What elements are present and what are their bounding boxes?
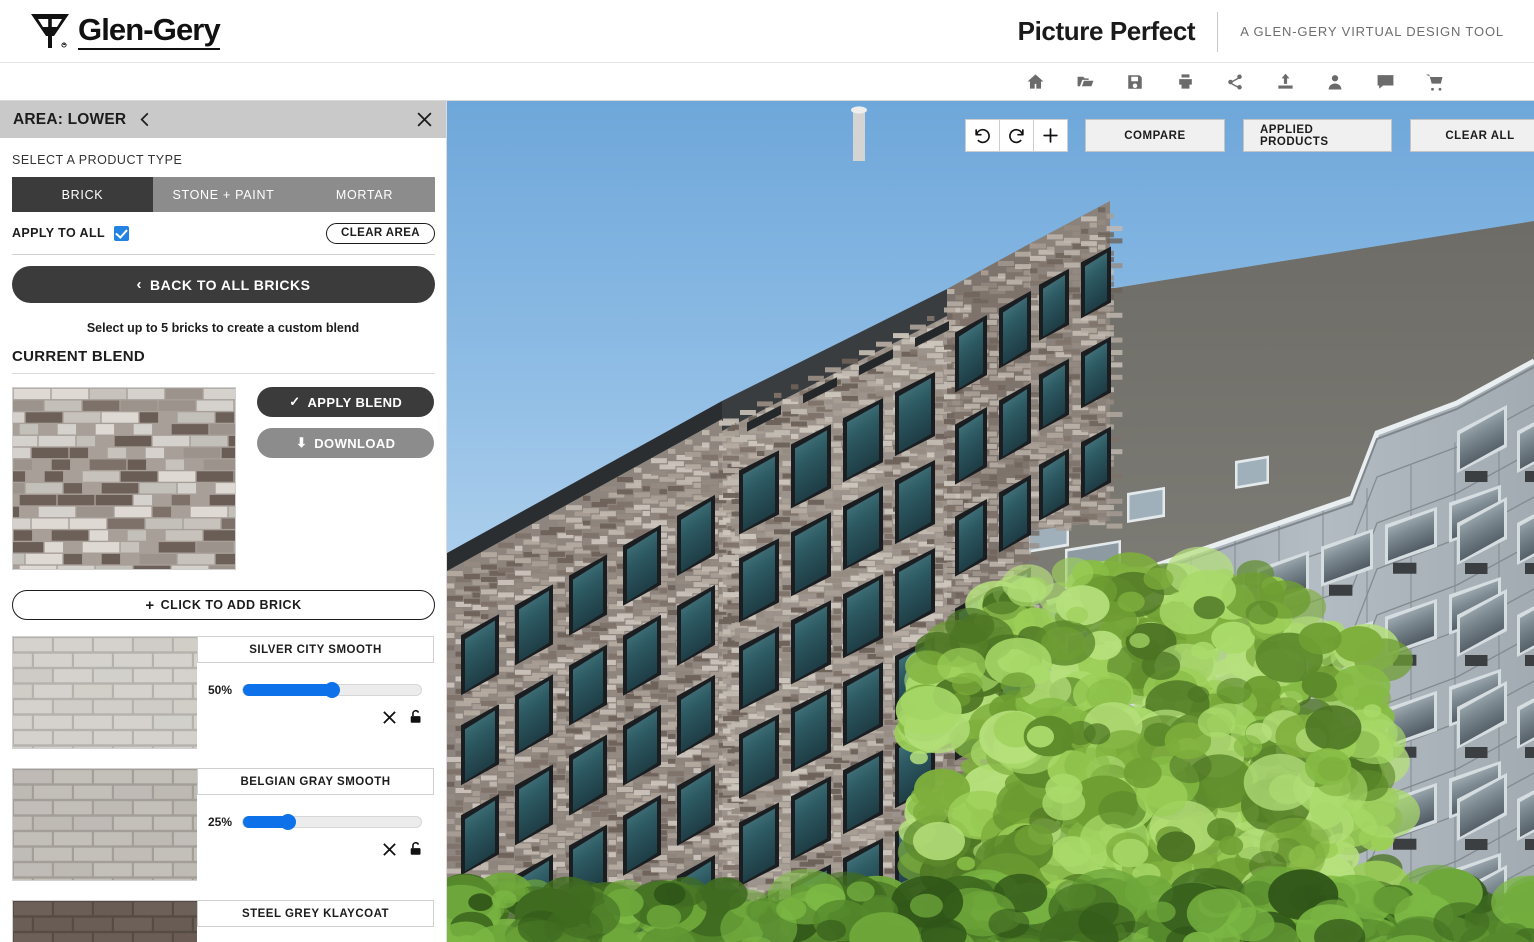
close-icon[interactable] bbox=[382, 842, 397, 857]
save-icon[interactable] bbox=[1110, 65, 1160, 99]
unlock-icon[interactable] bbox=[409, 709, 424, 725]
brand-underline bbox=[78, 47, 220, 50]
blend-preview-bricks bbox=[13, 388, 236, 569]
download-label: DOWNLOAD bbox=[314, 435, 396, 451]
print-icon[interactable] bbox=[1160, 65, 1210, 99]
download-button[interactable]: ⬇ DOWNLOAD bbox=[257, 428, 434, 458]
brick-list-item: SILVER CITY SMOOTH 50% bbox=[12, 636, 434, 749]
plus-icon: + bbox=[145, 596, 155, 614]
page-title: Picture Perfect bbox=[1017, 16, 1196, 46]
blend-preview-swatch bbox=[12, 387, 237, 570]
brick-texture bbox=[13, 769, 197, 880]
undo-icon[interactable] bbox=[965, 119, 1000, 152]
brick-controls: BELGIAN GRAY SMOOTH 25% bbox=[197, 768, 434, 881]
brand-name: Glen-Gery bbox=[78, 11, 221, 47]
product-type-tabs: BRICK STONE + PAINT MORTAR bbox=[12, 177, 435, 212]
slider-fill bbox=[243, 684, 332, 696]
brick-texture bbox=[13, 637, 197, 748]
brick-controls: SILVER CITY SMOOTH 50% bbox=[197, 636, 434, 749]
brick-percent-slider[interactable] bbox=[242, 814, 422, 830]
brick-name-label: BELGIAN GRAY SMOOTH bbox=[197, 768, 434, 795]
clear-area-button[interactable]: CLEAR AREA bbox=[326, 222, 435, 244]
redo-icon[interactable] bbox=[998, 119, 1034, 152]
apply-to-all-row: APPLY TO ALL CLEAR AREA bbox=[12, 212, 435, 255]
add-brick-label: CLICK TO ADD BRICK bbox=[160, 598, 302, 612]
brick-percent-slider[interactable] bbox=[242, 682, 422, 698]
share-icon[interactable] bbox=[1210, 65, 1260, 99]
slider-knob[interactable] bbox=[324, 682, 340, 698]
top-icon-toolbar bbox=[0, 63, 1534, 101]
brick-percent-value: 50% bbox=[208, 683, 233, 697]
brick-thumbnail[interactable] bbox=[12, 900, 197, 942]
unlock-icon[interactable] bbox=[409, 841, 424, 857]
folder-open-icon[interactable] bbox=[1060, 65, 1110, 99]
brick-item-tools bbox=[197, 841, 434, 857]
upload-icon[interactable] bbox=[1260, 65, 1310, 99]
area-header: AREA: LOWER bbox=[0, 101, 446, 138]
brick-thumbnail[interactable] bbox=[12, 768, 197, 881]
brand-logo[interactable]: Glen-Gery bbox=[30, 11, 221, 50]
brick-item-tools bbox=[197, 709, 434, 725]
compare-button[interactable]: COMPARE bbox=[1084, 119, 1225, 152]
current-blend-heading: CURRENT BLEND bbox=[12, 348, 435, 374]
brick-name-label: SILVER CITY SMOOTH bbox=[197, 636, 434, 663]
brick-name-label: STEEL GREY KLAYCOAT bbox=[197, 900, 434, 927]
glen-gery-triangle-logo-icon bbox=[31, 14, 69, 48]
brick-list-item: STEEL GREY KLAYCOAT25% bbox=[12, 900, 434, 942]
title-divider bbox=[1217, 11, 1219, 52]
apply-to-all-label: APPLY TO ALL bbox=[12, 226, 106, 240]
select-product-type-label: SELECT A PRODUCT TYPE bbox=[12, 153, 183, 167]
brick-blend-list: SILVER CITY SMOOTH 50% BELGIAN GRAY SMOOTH… bbox=[12, 636, 434, 942]
current-blend-row: ✓ APPLY BLEND ⬇ DOWNLOAD bbox=[12, 387, 434, 570]
slider-knob[interactable] bbox=[279, 814, 296, 830]
brick-percent-value: 25% bbox=[208, 815, 233, 829]
plus-icon[interactable] bbox=[1032, 119, 1068, 152]
user-icon[interactable] bbox=[1310, 65, 1360, 99]
chevron-left-icon: ‹ bbox=[136, 276, 143, 293]
viewer-toolbar: COMPARE APPLIED PRODUCTS CLEAR ALL bbox=[965, 119, 1534, 152]
sidebar: AREA: LOWER SELECT A PRODUCT TYPE BRICK … bbox=[0, 101, 447, 942]
brick-list-item: BELGIAN GRAY SMOOTH 25% bbox=[12, 768, 434, 881]
apply-blend-button[interactable]: ✓ APPLY BLEND bbox=[257, 387, 434, 417]
brick-percent-slider-row: 25% bbox=[197, 814, 434, 830]
chat-icon[interactable] bbox=[1360, 65, 1410, 99]
add-brick-button[interactable]: + CLICK TO ADD BRICK bbox=[12, 590, 435, 620]
back-button-label: BACK TO ALL BRICKS bbox=[150, 276, 311, 293]
area-title: AREA: LOWER bbox=[13, 110, 127, 128]
tab-mortar[interactable]: MORTAR bbox=[294, 177, 435, 212]
tab-brick[interactable]: BRICK bbox=[12, 177, 153, 212]
applied-products-button[interactable]: APPLIED PRODUCTS bbox=[1242, 119, 1392, 152]
building-photo bbox=[447, 101, 1534, 942]
apply-to-all-checkbox[interactable] bbox=[114, 225, 130, 241]
blend-hint-text: Select up to 5 bricks to create a custom… bbox=[86, 321, 360, 335]
check-icon: ✓ bbox=[289, 394, 301, 409]
blend-action-buttons: ✓ APPLY BLEND ⬇ DOWNLOAD bbox=[257, 387, 434, 570]
close-icon[interactable] bbox=[382, 710, 397, 725]
sidebar-body: SELECT A PRODUCT TYPE BRICK STONE + PAIN… bbox=[0, 153, 446, 942]
app-subtitle: A GLEN-GERY VIRTUAL DESIGN TOOL bbox=[1240, 24, 1504, 39]
app-title-group: Picture Perfect A GLEN-GERY VIRTUAL DESI… bbox=[1018, 0, 1504, 63]
cart-icon[interactable] bbox=[1410, 65, 1460, 99]
brick-thumbnail[interactable] bbox=[12, 636, 197, 749]
chevron-left-icon[interactable] bbox=[138, 112, 151, 127]
close-icon[interactable] bbox=[416, 111, 433, 128]
clear-all-button[interactable]: CLEAR ALL bbox=[1410, 119, 1534, 152]
brick-percent-slider-row: 50% bbox=[197, 682, 434, 698]
download-arrow-icon: ⬇ bbox=[295, 435, 308, 450]
home-icon[interactable] bbox=[1010, 65, 1060, 99]
tab-stone-paint[interactable]: STONE + PAINT bbox=[153, 177, 294, 212]
image-viewer[interactable]: COMPARE APPLIED PRODUCTS CLEAR ALL bbox=[447, 101, 1534, 942]
brick-controls: STEEL GREY KLAYCOAT25% bbox=[197, 900, 434, 942]
back-to-all-bricks-button[interactable]: ‹ BACK TO ALL BRICKS bbox=[12, 266, 435, 303]
brick-texture bbox=[13, 901, 197, 942]
apply-blend-label: APPLY BLEND bbox=[307, 394, 403, 410]
brand-bar: Glen-Gery Picture Perfect A GLEN-GERY VI… bbox=[0, 0, 1534, 63]
app-root: Glen-Gery Picture Perfect A GLEN-GERY VI… bbox=[0, 0, 1534, 942]
